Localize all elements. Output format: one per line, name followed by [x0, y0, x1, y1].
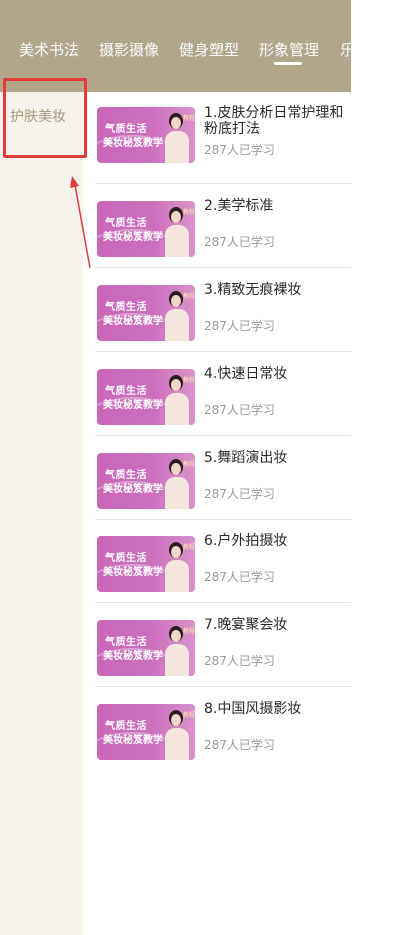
thumbnail-subheadline: 美妆秘笈教学 [103, 316, 163, 327]
course-thumbnail: 气质生活 美妆秘笈教学 教程 [97, 369, 195, 425]
thumbnail-subheadline: 美妆秘笈教学 [103, 400, 163, 411]
thumbnail-badge: 教程 [183, 377, 195, 384]
thumbnail-headline: 气质生活 [105, 386, 147, 397]
course-item[interactable]: 气质生活 美妆秘笈教学 教程 3.精致无痕裸妆 287人已学习 [83, 268, 351, 352]
annotation-highlight-box [3, 78, 87, 158]
course-item[interactable]: 气质生活 美妆秘笈教学 教程 4.快速日常妆 287人已学习 [83, 352, 351, 436]
thumbnail-badge: 教程 [183, 293, 195, 300]
course-thumbnail: 气质生活 美妆秘笈教学 教程 [97, 285, 195, 341]
thumbnail-subheadline: 美妆秘笈教学 [103, 484, 163, 495]
thumbnail-subheadline: 美妆秘笈教学 [103, 735, 163, 746]
course-title: 2.美学标准 [204, 198, 274, 214]
course-thumbnail: 气质生活 美妆秘笈教学 教程 [97, 620, 195, 676]
course-learner-count: 287人已学习 [204, 654, 275, 668]
course-title: 1.皮肤分析日常护理和粉底打法 [204, 105, 344, 137]
thumbnail-badge: 教程 [183, 712, 195, 719]
active-tab-indicator [274, 62, 302, 65]
course-learner-count: 287人已学习 [204, 487, 275, 501]
thumbnail-badge: 教程 [183, 461, 195, 468]
course-item[interactable]: 气质生活 美妆秘笈教学 教程 2.美学标准 287人已学习 [83, 184, 351, 268]
thumbnail-headline: 气质生活 [105, 553, 147, 564]
tab-art-calligraphy[interactable]: 美术书法 [19, 39, 79, 60]
course-thumbnail: 气质生活 美妆秘笈教学 教程 [97, 453, 195, 509]
thumbnail-headline: 气质生活 [105, 721, 147, 732]
course-learner-count: 287人已学习 [204, 143, 275, 157]
thumbnail-badge: 教程 [183, 628, 195, 635]
course-item[interactable]: 气质生活 美妆秘笈教学 教程 1.皮肤分析日常护理和粉底打法 287人已学习 [83, 92, 351, 184]
tab-image-management[interactable]: 形象管理 [259, 39, 319, 60]
tab-music[interactable]: 乐 [340, 39, 351, 60]
course-item[interactable]: 气质生活 美妆秘笈教学 教程 7.晚宴聚会妆 287人已学习 [83, 603, 351, 687]
course-item[interactable]: 气质生活 美妆秘笈教学 教程 8.中国风摄影妆 287人已学习 [83, 687, 351, 771]
sidebar: 护肤美妆 [0, 92, 83, 935]
thumbnail-headline: 气质生活 [105, 124, 147, 135]
thumbnail-headline: 气质生活 [105, 302, 147, 313]
course-learner-count: 287人已学习 [204, 235, 275, 249]
course-title: 7.晚宴聚会妆 [204, 617, 288, 633]
course-learner-count: 287人已学习 [204, 738, 275, 752]
thumbnail-headline: 气质生活 [105, 637, 147, 648]
thumbnail-badge: 教程 [183, 115, 195, 122]
blank-area [351, 0, 404, 935]
course-title: 5.舞蹈演出妆 [204, 450, 288, 466]
course-thumbnail: 气质生活 美妆秘笈教学 教程 [97, 107, 195, 163]
course-title: 6.户外拍摄妆 [204, 533, 288, 549]
thumbnail-subheadline: 美妆秘笈教学 [103, 138, 163, 149]
course-learner-count: 287人已学习 [204, 570, 275, 584]
course-title: 3.精致无痕裸妆 [204, 282, 302, 298]
course-learner-count: 287人已学习 [204, 319, 275, 333]
thumbnail-badge: 教程 [183, 209, 195, 216]
course-learner-count: 287人已学习 [204, 403, 275, 417]
tab-photography[interactable]: 摄影摄像 [99, 39, 159, 60]
thumbnail-badge: 教程 [183, 544, 195, 551]
course-thumbnail: 气质生活 美妆秘笈教学 教程 [97, 201, 195, 257]
course-title: 4.快速日常妆 [204, 366, 288, 382]
tab-fitness[interactable]: 健身塑型 [179, 39, 239, 60]
thumbnail-headline: 气质生活 [105, 470, 147, 481]
course-title: 8.中国风摄影妆 [204, 701, 302, 717]
course-thumbnail: 气质生活 美妆秘笈教学 教程 [97, 704, 195, 760]
course-thumbnail: 气质生活 美妆秘笈教学 教程 [97, 536, 195, 592]
course-item[interactable]: 气质生活 美妆秘笈教学 教程 5.舞蹈演出妆 287人已学习 [83, 436, 351, 520]
course-item[interactable]: 气质生活 美妆秘笈教学 教程 6.户外拍摄妆 287人已学习 [83, 519, 351, 603]
thumbnail-subheadline: 美妆秘笈教学 [103, 651, 163, 662]
thumbnail-headline: 气质生活 [105, 218, 147, 229]
thumbnail-subheadline: 美妆秘笈教学 [103, 232, 163, 243]
thumbnail-subheadline: 美妆秘笈教学 [103, 567, 163, 578]
